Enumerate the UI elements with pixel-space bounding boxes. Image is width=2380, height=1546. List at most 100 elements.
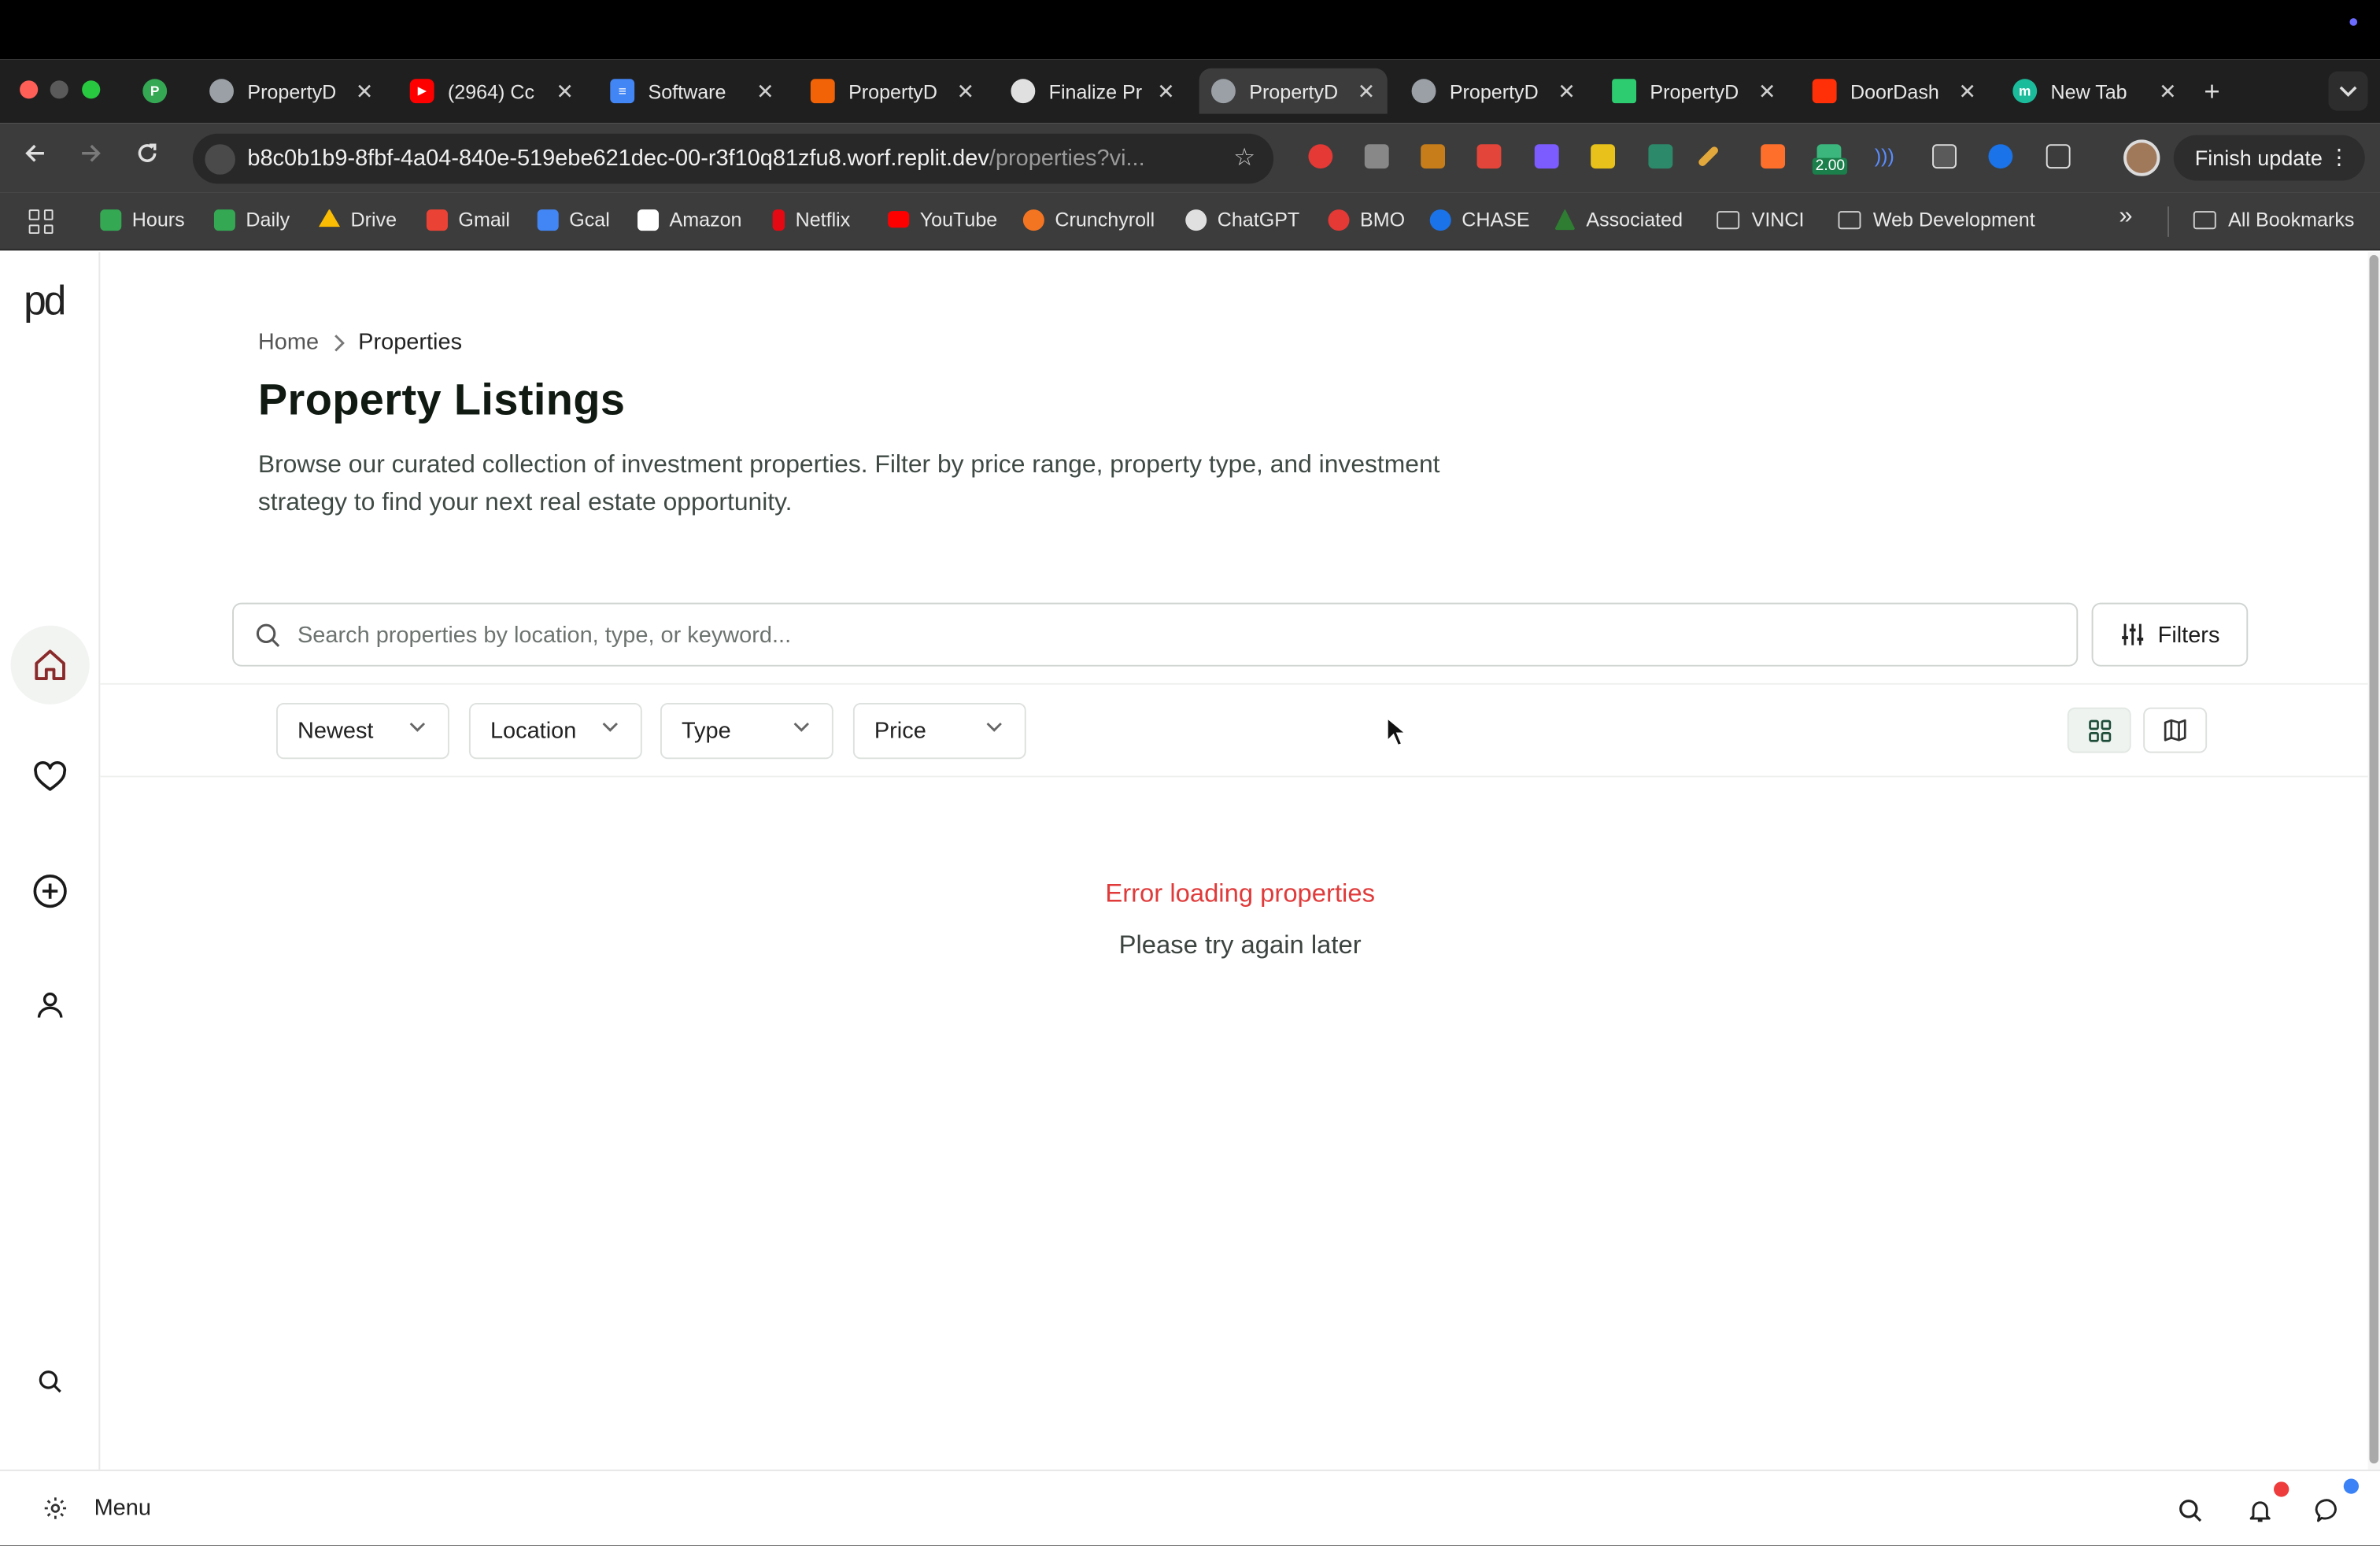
extension-icon[interactable] xyxy=(1932,144,1957,169)
page-scrollbar[interactable] xyxy=(2367,252,2380,1470)
chat-bubble-icon[interactable] xyxy=(2315,1497,2342,1525)
browser-tab[interactable]: ▶ (2964) Cc ✕ xyxy=(397,68,586,114)
extension-icon[interactable] xyxy=(1761,144,1786,169)
bookmark-item[interactable]: Associated xyxy=(1554,208,1683,231)
browser-tab[interactable]: PropertyD ✕ xyxy=(1399,68,1587,114)
bookmark-label: CHASE xyxy=(1462,208,1530,231)
all-bookmarks-button[interactable]: All Bookmarks xyxy=(2193,208,2354,231)
extension-icon[interactable] xyxy=(1308,144,1333,169)
window-minimize-button[interactable] xyxy=(50,80,68,99)
bookmark-item[interactable]: ChatGPT xyxy=(1185,208,1299,231)
bookmark-item[interactable]: Drive xyxy=(319,208,397,231)
todoist-icon[interactable] xyxy=(1476,144,1502,169)
browser-tab[interactable]: m New Tab ✕ xyxy=(2001,68,2189,114)
bell-icon[interactable] xyxy=(2246,1497,2274,1525)
browser-tab[interactable]: DoorDash ✕ xyxy=(1800,68,1988,114)
extension-icon[interactable] xyxy=(1591,144,1616,169)
globe-icon xyxy=(1411,79,1436,104)
reload-icon[interactable] xyxy=(135,141,160,165)
tab-favicon-icon: P xyxy=(142,79,168,104)
type-dropdown[interactable]: Type xyxy=(660,702,833,760)
bookmark-item[interactable]: Gmail xyxy=(426,208,510,231)
sidebar-item-profile[interactable] xyxy=(11,966,90,1045)
tab-close-icon[interactable]: ✕ xyxy=(756,78,774,104)
extension-icon[interactable] xyxy=(1421,144,1446,169)
browser-tab[interactable]: PropertyD ✕ xyxy=(198,68,386,114)
search-icon xyxy=(39,1370,61,1393)
bookmark-item[interactable]: BMO xyxy=(1328,208,1405,231)
browser-tab[interactable]: ≡ Software ✕ xyxy=(598,68,786,114)
chevron-down-icon xyxy=(2339,86,2357,97)
bookmark-item[interactable]: CHASE xyxy=(1429,208,1530,231)
menu-button[interactable]: Menu xyxy=(42,1496,151,1521)
apps-grid-icon[interactable] xyxy=(28,209,54,235)
tab-close-icon[interactable]: ✕ xyxy=(1758,78,1776,104)
forward-arrow-icon[interactable] xyxy=(79,141,103,165)
price-dropdown[interactable]: Price xyxy=(852,702,1026,760)
youtube-icon: ▶ xyxy=(409,79,434,104)
address-bar[interactable]: b8c0b1b9-8fbf-4a04-840e-519ebe621dec-00-… xyxy=(192,133,1274,184)
scrollbar-thumb[interactable] xyxy=(2369,255,2379,1464)
sliders-icon xyxy=(2121,623,2143,645)
more-bookmarks-button[interactable]: » xyxy=(2119,203,2132,231)
bookmark-item[interactable]: Hours xyxy=(100,208,185,231)
app-logo[interactable]: pd xyxy=(23,283,68,328)
extension-icon[interactable] xyxy=(1534,144,1559,169)
tab-close-icon[interactable]: ✕ xyxy=(1358,78,1376,104)
bookmark-item[interactable]: Netflix xyxy=(772,208,850,231)
bookmark-star-icon[interactable]: ☆ xyxy=(1233,142,1255,173)
window-zoom-button[interactable] xyxy=(82,80,101,99)
chevron-down-icon xyxy=(602,722,618,732)
finish-update-button[interactable]: Finish update ⋮ xyxy=(2173,135,2365,181)
extension-icon[interactable] xyxy=(1364,144,1389,169)
browser-tab[interactable]: PropertyD ✕ xyxy=(798,68,986,114)
extension-icon[interactable] xyxy=(1988,144,2013,169)
bookmark-item[interactable]: Amazon xyxy=(638,208,742,231)
window-close-button[interactable] xyxy=(20,80,39,99)
bookmark-item[interactable]: Gcal xyxy=(537,208,610,231)
search-icon[interactable] xyxy=(2177,1497,2204,1525)
tab-search-button[interactable] xyxy=(2328,71,2368,111)
tab-close-icon[interactable]: ✕ xyxy=(356,78,374,104)
breadcrumb-home-link[interactable]: Home xyxy=(258,330,319,356)
filters-button[interactable]: Filters xyxy=(2091,602,2249,667)
chevron-down-icon xyxy=(409,722,426,732)
sidebar-item-add-listing[interactable] xyxy=(11,852,90,930)
kebab-menu-icon[interactable]: ⋮ xyxy=(2328,144,2349,170)
grid-view-button[interactable] xyxy=(2067,707,2131,753)
puzzle-icon[interactable] xyxy=(2046,144,2071,169)
browser-tab-active[interactable]: PropertyD ✕ xyxy=(1199,68,1388,114)
search-input[interactable] xyxy=(298,621,2077,648)
map-view-button[interactable] xyxy=(2143,707,2208,753)
extension-icon[interactable] xyxy=(1648,144,1673,169)
location-dropdown[interactable]: Location xyxy=(468,702,642,760)
sort-dropdown[interactable]: Newest xyxy=(276,702,449,760)
site-info-icon[interactable] xyxy=(205,144,235,175)
bookmark-item[interactable]: Daily xyxy=(213,208,290,231)
sidebar-item-home[interactable] xyxy=(10,625,90,705)
tab-close-icon[interactable]: ✕ xyxy=(2159,78,2177,104)
tab-close-icon[interactable]: ✕ xyxy=(1157,78,1175,104)
chevron-down-icon xyxy=(793,722,810,732)
tab-close-icon[interactable]: ✕ xyxy=(957,78,975,104)
browser-tab[interactable]: P xyxy=(131,68,183,114)
browser-tab[interactable]: Finalize Pr ✕ xyxy=(999,68,1187,114)
back-arrow-icon[interactable] xyxy=(23,141,47,165)
bookmark-label: Crunchyroll xyxy=(1055,208,1155,231)
wifi-icon[interactable]: ))) xyxy=(1875,144,1899,168)
bookmark-folder[interactable]: VINCI xyxy=(1717,208,1804,231)
tab-close-icon[interactable]: ✕ xyxy=(1958,78,1976,104)
bookmark-label: Gcal xyxy=(569,208,610,231)
tab-close-icon[interactable]: ✕ xyxy=(1558,78,1576,104)
tab-close-icon[interactable]: ✕ xyxy=(556,78,574,104)
browser-tab[interactable]: PropertyD ✕ xyxy=(1600,68,1788,114)
new-tab-button[interactable]: + xyxy=(2204,76,2219,108)
sidebar-item-favorites[interactable] xyxy=(11,738,90,816)
bookmark-item[interactable]: YouTube xyxy=(888,208,997,231)
extension-badge: 2.00 xyxy=(1812,157,1849,175)
bookmark-folder[interactable]: Web Development xyxy=(1838,208,2035,231)
sidebar-item-search[interactable] xyxy=(11,1342,90,1421)
bookmark-item[interactable]: Crunchyroll xyxy=(1022,208,1155,231)
avatar[interactable] xyxy=(2123,139,2160,176)
grid-icon xyxy=(2088,719,2111,742)
